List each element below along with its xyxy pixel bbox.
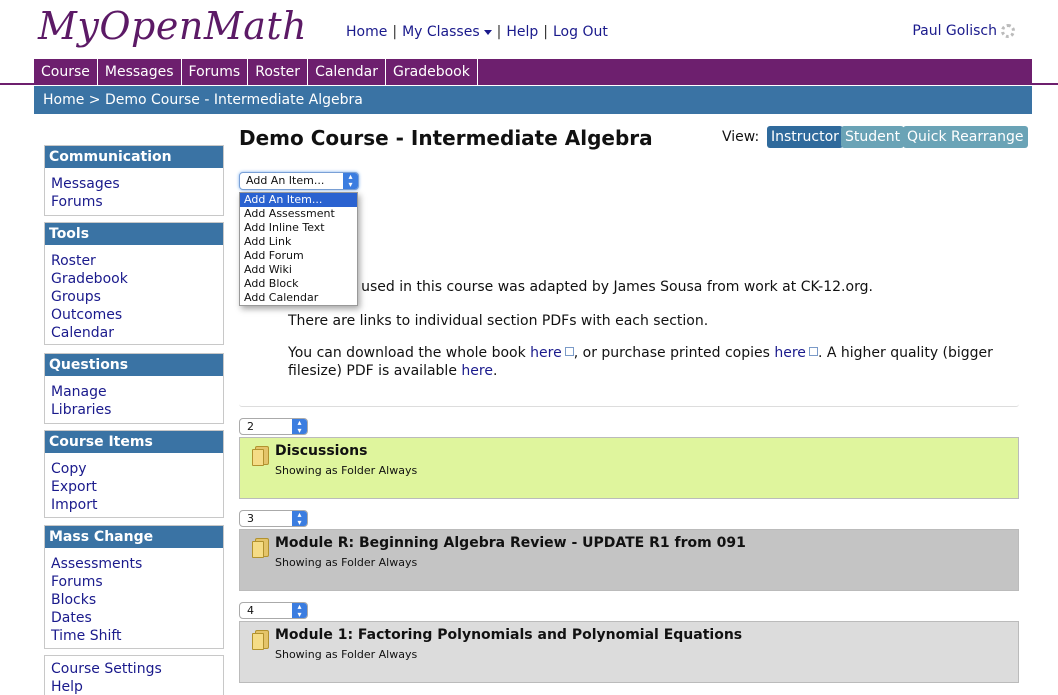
sidebar-heading: Communication [45,146,223,168]
select-arrows-icon: ▴ ▾ [292,603,307,619]
sidebar-heading: Tools [45,223,223,245]
folder-icon [252,630,270,650]
nav-help-link[interactable]: Help [506,24,538,40]
external-link-icon [564,347,574,356]
sidebar-item-outcomes[interactable]: Outcomes [51,306,217,324]
order-select[interactable]: 4 ▴ ▾ [239,602,308,619]
sidebar-item-groups[interactable]: Groups [51,288,217,306]
block-title[interactable]: Discussions [275,443,367,459]
order-select[interactable]: 3 ▴ ▾ [239,510,308,527]
sidebar-item-forums[interactable]: Forums [51,573,217,591]
block-item[interactable]: Module R: Beginning Algebra Review - UPD… [239,529,1019,591]
block-title[interactable]: Module R: Beginning Algebra Review - UPD… [275,535,746,551]
folder-icon [252,446,270,466]
sidebar-heading: Course Items [45,431,223,453]
tab-course[interactable]: Course [34,59,98,85]
external-link-icon [808,347,818,356]
view-instructor-button[interactable]: Instructor [767,126,843,148]
tab-roster[interactable]: Roster [248,59,309,85]
sidebar-course-items: Course Items Copy Export Import [44,430,224,518]
view-label: View: [722,129,760,145]
add-item-dropdown: Add An Item... Add Assessment Add Inline… [239,192,358,306]
sidebar-item-roster[interactable]: Roster [51,252,217,270]
option-add-assessment[interactable]: Add Assessment [240,207,357,221]
quick-rearrange-button[interactable]: Quick Rearrange [903,126,1028,148]
sidebar-item-copy[interactable]: Copy [51,460,217,478]
sidebar-item-assessments[interactable]: Assessments [51,555,217,573]
sidebar-item-blocks[interactable]: Blocks [51,591,217,609]
course-tab-bar: Course Messages Forums Roster Calendar G… [0,59,1058,85]
page-title: Demo Course - Intermediate Algebra [239,126,653,150]
sidebar-item-import[interactable]: Import [51,496,217,514]
option-add-an-item[interactable]: Add An Item... [240,193,357,207]
option-add-wiki[interactable]: Add Wiki [240,263,357,277]
breadcrumb-current: Demo Course - Intermediate Algebra [104,92,363,108]
user-menu[interactable]: Paul Golisch [912,23,1015,39]
breadcrumb-home-link[interactable]: Home [43,92,84,108]
tab-messages[interactable]: Messages [98,59,182,85]
select-arrows-icon: ▴ ▾ [292,419,307,435]
tab-forums[interactable]: Forums [182,59,249,85]
sidebar-item-help[interactable]: Help [51,678,217,695]
sidebar-item-messages[interactable]: Messages [51,175,217,193]
option-add-link[interactable]: Add Link [240,235,357,249]
block-title[interactable]: Module 1: Factoring Polynomials and Poly… [275,627,742,643]
intro-text-line3: You can download the whole book here, or… [288,345,993,379]
breadcrumb: Home > Demo Course - Intermediate Algebr… [34,86,1032,114]
sidebar-communication: Communication Messages Forums [44,145,224,216]
sidebar-item-gradebook[interactable]: Gradebook [51,270,217,288]
view-student-button[interactable]: Student [841,126,905,148]
block-item[interactable]: Module 1: Factoring Polynomials and Poly… [239,621,1019,683]
block-subtitle: Showing as Folder Always [275,464,418,477]
nav-my-classes-link[interactable]: My Classes [402,24,492,40]
option-add-forum[interactable]: Add Forum [240,249,357,263]
tab-calendar[interactable]: Calendar [308,59,387,85]
intro-text-line1: ok used in this course was adapted by Ja… [340,279,873,295]
chevron-down-icon [483,29,492,35]
sidebar-questions: Questions Manage Libraries [44,353,224,424]
select-arrows-icon: ▴ ▾ [292,511,307,527]
book-download-link[interactable]: here [530,345,562,361]
hq-pdf-link[interactable]: here [461,363,493,379]
sidebar-tools: Tools Roster Gradebook Groups Outcomes C… [44,222,224,345]
sidebar-settings: Course Settings Help [44,655,224,695]
nav-logout-link[interactable]: Log Out [553,24,608,40]
add-item-select[interactable]: Add An Item... ▴ ▾ [239,172,359,190]
sidebar-heading: Questions [45,354,223,376]
sidebar-item-manage[interactable]: Manage [51,383,217,401]
sidebar-item-export[interactable]: Export [51,478,217,496]
nav-home-link[interactable]: Home [346,24,387,40]
option-add-calendar[interactable]: Add Calendar [240,291,357,305]
user-name: Paul Golisch [912,23,997,39]
sidebar-item-course-settings[interactable]: Course Settings [51,660,217,678]
block-subtitle: Showing as Folder Always [275,648,418,661]
block-subtitle: Showing as Folder Always [275,556,418,569]
option-add-block[interactable]: Add Block [240,277,357,291]
block-item[interactable]: Discussions Showing as Folder Always [239,437,1019,499]
sidebar-item-forums[interactable]: Forums [51,193,217,211]
divider [239,404,1019,407]
sidebar-mass-change: Mass Change Assessments Forums Blocks Da… [44,525,224,649]
sidebar-item-time-shift[interactable]: Time Shift [51,627,217,645]
gear-icon[interactable] [1001,24,1015,38]
printed-copies-link[interactable]: here [774,345,806,361]
sidebar-item-dates[interactable]: Dates [51,609,217,627]
site-logo[interactable]: MyOpenMath [38,4,307,48]
top-nav: Home | My Classes | Help | Log Out [346,24,608,40]
sidebar-heading: Mass Change [45,526,223,548]
tab-gradebook[interactable]: Gradebook [386,59,478,85]
sidebar-item-libraries[interactable]: Libraries [51,401,217,419]
option-add-inline-text[interactable]: Add Inline Text [240,221,357,235]
intro-text-line2: There are links to individual section PD… [288,313,709,329]
select-arrows-icon: ▴ ▾ [343,173,358,189]
order-select[interactable]: 2 ▴ ▾ [239,418,308,435]
sidebar-item-calendar[interactable]: Calendar [51,324,217,342]
folder-icon [252,538,270,558]
